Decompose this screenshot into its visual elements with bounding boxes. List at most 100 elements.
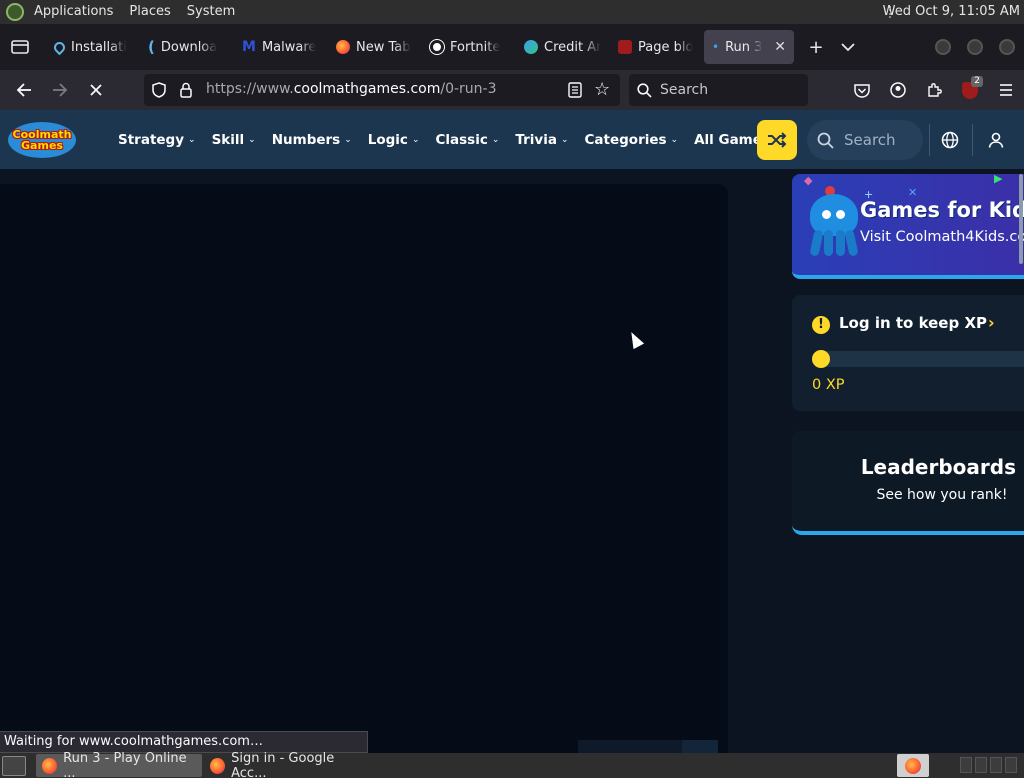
loading-icon: •: [712, 40, 720, 54]
nav-label: Classic: [435, 131, 488, 148]
menu-applications[interactable]: Applications: [28, 0, 119, 24]
system-top-panel: Applications Places System Wed Oct 9, 11…: [0, 0, 1024, 24]
taskbar-item-label: Sign in - Google Acc...: [231, 750, 335, 778]
xp-card[interactable]: ! Log in to keep XP › 0 XP: [792, 295, 1024, 411]
bottom-taskbar: Run 3 - Play Online ... Sign in - Google…: [0, 750, 1024, 778]
nav-label: Trivia: [515, 131, 557, 148]
site-search-input[interactable]: Search: [807, 120, 923, 160]
close-window-button[interactable]: [999, 39, 1015, 55]
app-menu-button[interactable]: [988, 74, 1024, 106]
random-game-button[interactable]: [757, 120, 797, 160]
tab-malwarebytes[interactable]: M Malware: [234, 30, 328, 64]
tab-label: Page blo: [638, 39, 694, 55]
ublock-origin-button[interactable]: 2: [952, 74, 988, 106]
tab-page-blocked[interactable]: Page blo: [610, 30, 704, 64]
back-button[interactable]: [6, 74, 42, 106]
lock-icon[interactable]: [180, 82, 192, 102]
nav-skill[interactable]: Skill ⌄: [212, 132, 256, 148]
nav-categories[interactable]: Categories ⌄: [585, 132, 679, 148]
profile-button[interactable]: [976, 120, 1016, 160]
chevron-right-icon[interactable]: ›: [988, 313, 995, 332]
tab-run-3[interactable]: • Run 3 ✕: [704, 30, 794, 64]
header-divider: [972, 124, 973, 156]
language-button[interactable]: [930, 120, 970, 160]
browser-search-box[interactable]: Search: [629, 74, 808, 106]
sidebar-scrollbar[interactable]: [1019, 174, 1023, 264]
mascot-eye: [836, 210, 845, 219]
stop-x-icon: [90, 84, 102, 96]
malwarebytes-icon: M: [242, 39, 256, 55]
mascot-leg: [844, 229, 859, 257]
tab-new-tab[interactable]: New Tab: [328, 30, 422, 64]
url-text: https://www.coolmathgames.com/0-run-3: [206, 81, 497, 97]
taskbar-item-google-signin[interactable]: Sign in - Google Acc...: [204, 750, 372, 778]
globe-icon: [941, 131, 959, 149]
list-all-tabs-button[interactable]: [832, 31, 864, 63]
workspace-3[interactable]: [990, 757, 1002, 773]
shuffle-icon: [768, 132, 787, 148]
games-for-kids-banner[interactable]: ◆ + ✕ ▶ Games for Kids Visit Coolmath4Ki…: [792, 174, 1024, 279]
main-content: ◆ + ✕ ▶ Games for Kids Visit Coolmath4Ki…: [0, 169, 1024, 753]
game-frame[interactable]: [0, 184, 728, 753]
kids-banner-link[interactable]: Visit Coolmath4Kids.com: [860, 229, 1024, 245]
account-button[interactable]: [880, 74, 916, 106]
tab-fortnite[interactable]: Fortnite: [422, 30, 516, 64]
plus-icon: +: [808, 36, 824, 58]
xp-progress-track: [812, 350, 1024, 368]
tab-downloads[interactable]: ( Downloa: [140, 30, 234, 64]
maximize-button[interactable]: [967, 39, 983, 55]
gnome-foot-icon[interactable]: [6, 3, 24, 21]
nav-logic[interactable]: Logic ⌄: [368, 132, 420, 148]
tracking-protection-shield-icon[interactable]: [152, 82, 166, 102]
forward-arrow-icon: [53, 83, 68, 97]
tab-credit[interactable]: Credit Ar: [516, 30, 610, 64]
workspace-4[interactable]: [1005, 757, 1017, 773]
search-placeholder: Search: [660, 82, 709, 98]
coolmath-games-logo[interactable]: Coolmath Games: [8, 122, 76, 158]
menu-system[interactable]: System: [181, 0, 241, 24]
tab-installation[interactable]: Installati: [46, 30, 140, 64]
workspace-1[interactable]: [960, 757, 972, 773]
site-search-placeholder: Search: [844, 131, 896, 149]
close-tab-icon[interactable]: ✕: [774, 39, 786, 55]
drop-icon: [51, 39, 68, 55]
mascot-leg: [836, 230, 845, 256]
leaderboards-subtitle: See how you rank!: [876, 487, 1008, 503]
leaderboards-card[interactable]: Leaderboards See how you rank!: [792, 431, 1024, 535]
forward-button[interactable]: [42, 74, 78, 106]
workspace-switcher: [960, 757, 1017, 773]
navigation-bar: https://www.coolmathgames.com/0-run-3 ☆ …: [0, 70, 1024, 110]
ublock-icon: [618, 40, 632, 54]
workspace-2[interactable]: [975, 757, 987, 773]
clock[interactable]: Wed Oct 9, 11:05 AM: [883, 0, 1020, 24]
hamburger-menu-icon: [1000, 84, 1012, 96]
pocket-button[interactable]: [844, 74, 880, 106]
url-path: /0-run-3: [440, 81, 497, 97]
extensions-button[interactable]: [916, 74, 952, 106]
address-bar[interactable]: https://www.coolmathgames.com/0-run-3 ☆: [144, 74, 620, 106]
screen: Applications Places System Wed Oct 9, 11…: [0, 0, 1024, 778]
wordpress-icon: [429, 39, 445, 55]
taskbar-item-label: Run 3 - Play Online ...: [63, 750, 187, 778]
reader-view-icon[interactable]: [568, 82, 582, 102]
xp-login-title[interactable]: Log in to keep XP: [839, 314, 987, 332]
user-icon: [988, 132, 1004, 148]
nav-trivia[interactable]: Trivia ⌄: [515, 132, 568, 148]
bookmark-star-icon[interactable]: ☆: [594, 79, 610, 100]
new-tab-button[interactable]: +: [800, 31, 832, 63]
taskbar-item-run-3[interactable]: Run 3 - Play Online ...: [36, 750, 202, 778]
nav-numbers[interactable]: Numbers ⌄: [272, 132, 352, 148]
sparkle-icon: ◆: [804, 174, 813, 187]
site-header: Coolmath Games Strategy ⌄ Skill ⌄ Numbers ⌄ …: [0, 110, 1024, 169]
stop-loading-button[interactable]: [78, 74, 114, 106]
menu-places[interactable]: Places: [123, 0, 176, 24]
nav-classic[interactable]: Classic ⌄: [435, 132, 499, 148]
tray-firefox-launcher[interactable]: [897, 754, 929, 777]
show-desktop-button[interactable]: [2, 755, 26, 776]
firefox-view-button[interactable]: [4, 31, 36, 63]
mascot-eye: [822, 210, 831, 219]
nav-strategy[interactable]: Strategy ⌄: [118, 132, 196, 148]
tab-strip: Installati ( Downloa M Malware New Tab F…: [0, 24, 1024, 70]
url-domain: coolmathgames.com: [293, 81, 441, 97]
minimize-button[interactable]: [935, 39, 951, 55]
